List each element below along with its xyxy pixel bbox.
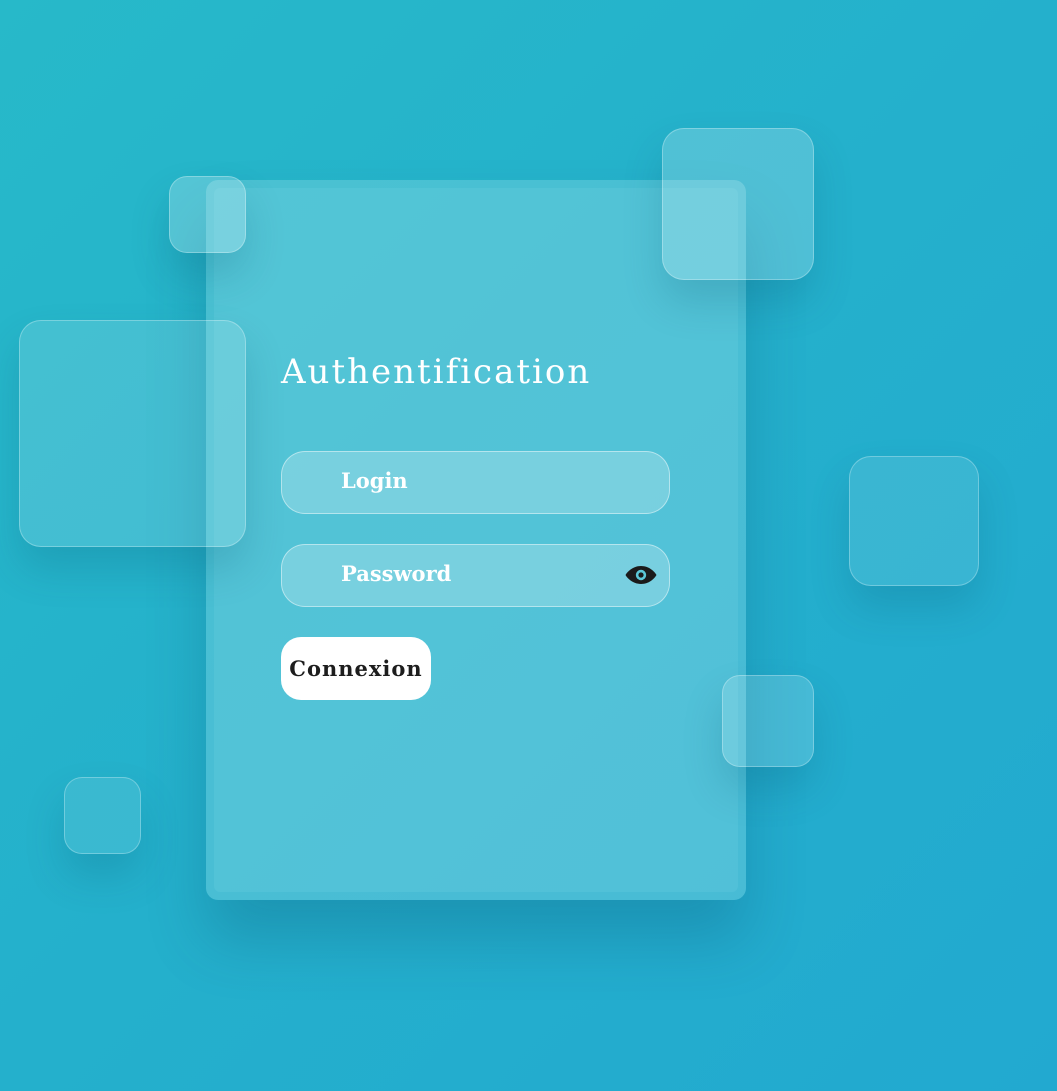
- login-placeholder: Login: [341, 468, 408, 493]
- decorative-square: [64, 777, 141, 854]
- decorative-square: [722, 675, 814, 767]
- eye-icon[interactable]: [625, 563, 657, 587]
- password-input[interactable]: Password: [281, 544, 670, 607]
- decorative-square: [849, 456, 979, 586]
- login-card: Authentification Login Password Connexio…: [206, 180, 746, 900]
- password-placeholder: Password: [341, 561, 452, 586]
- page-title: Authentification: [281, 352, 592, 392]
- decorative-square: [662, 128, 814, 280]
- connexion-button[interactable]: Connexion: [281, 637, 431, 700]
- decorative-square: [169, 176, 246, 253]
- decorative-square: [19, 320, 246, 547]
- login-input[interactable]: Login: [281, 451, 670, 514]
- card-inner-panel: [214, 188, 738, 892]
